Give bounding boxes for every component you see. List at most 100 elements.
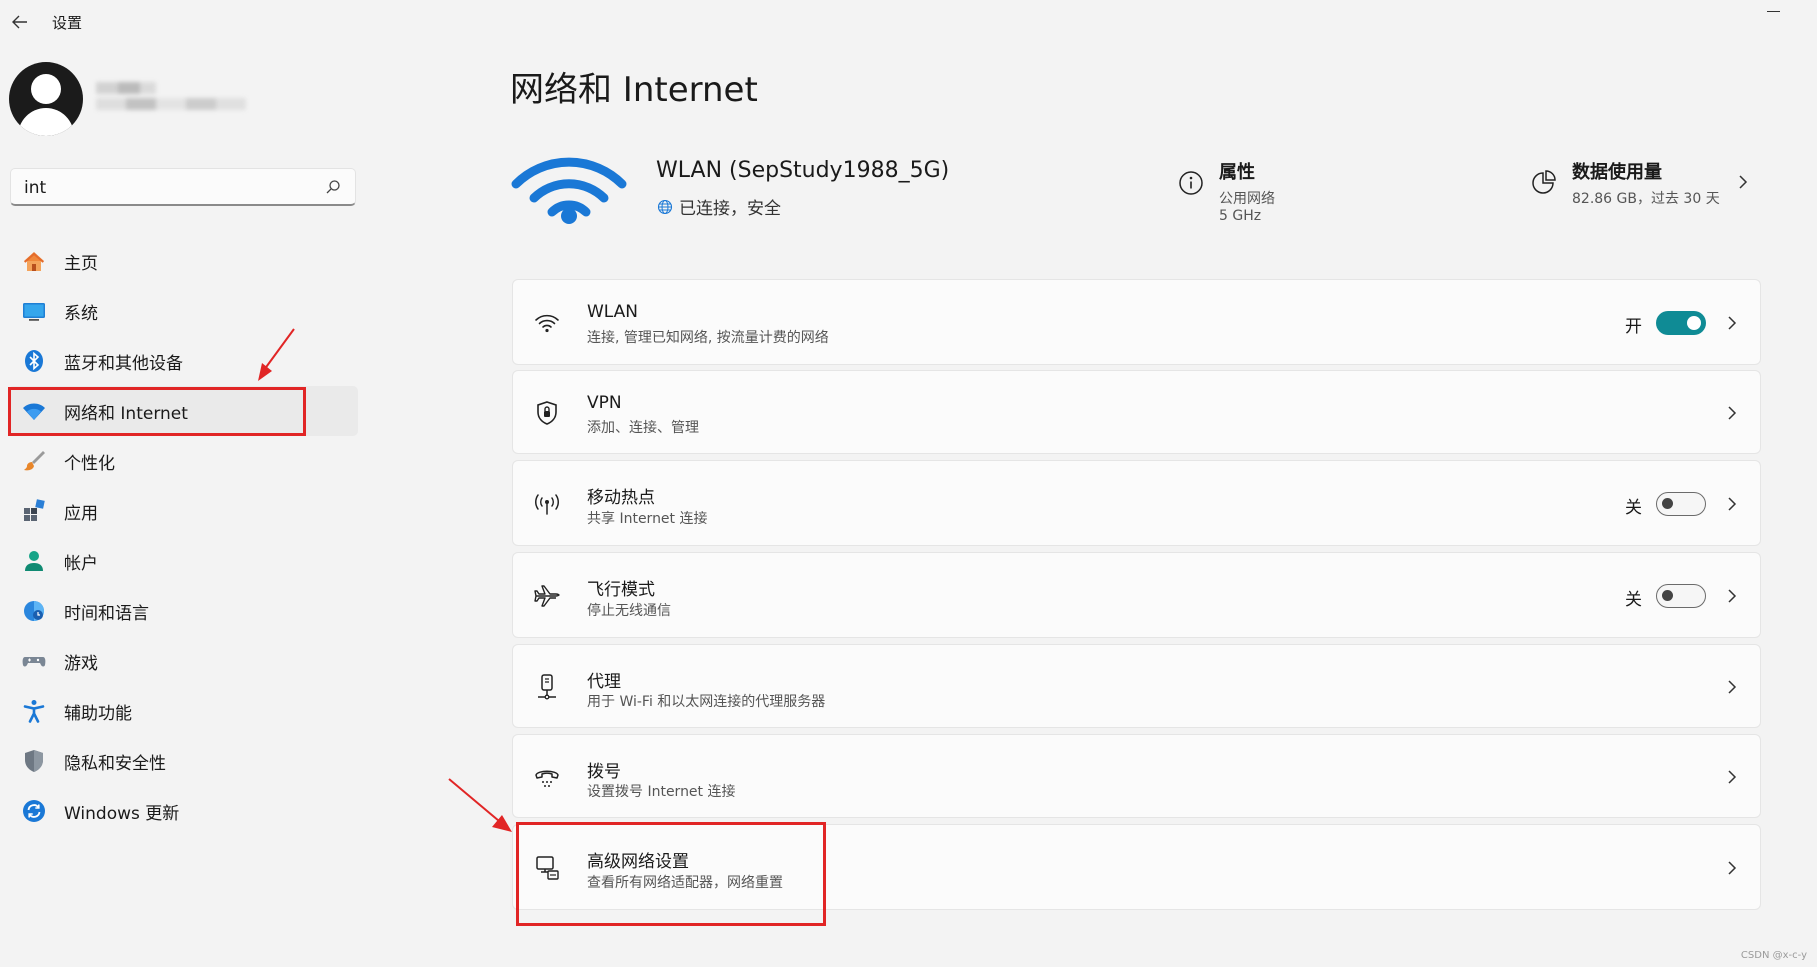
data-usage-title: 数据使用量 — [1572, 162, 1662, 183]
card-title: WLAN — [587, 302, 639, 322]
avatar-body — [18, 108, 74, 136]
sidebar-item-label: 隐私和安全性 — [64, 753, 166, 774]
chevron-right-icon — [1728, 316, 1737, 330]
sidebar-item-label: 系统 — [64, 303, 98, 324]
chevron-right-icon — [1728, 406, 1737, 420]
search-icon[interactable] — [325, 179, 341, 195]
sidebar-item-apps[interactable]: 应用 — [8, 486, 358, 536]
sidebar-item-time-language[interactable]: 时间和语言 — [8, 586, 358, 636]
card-title: 飞行模式 — [587, 580, 655, 600]
network-adapter-icon — [536, 856, 559, 880]
wlan-toggle[interactable] — [1656, 311, 1706, 335]
search-input[interactable] — [22, 175, 306, 201]
card-airplane-mode[interactable]: 飞行模式 停止无线通信 关 — [512, 552, 1761, 638]
app-title: 设置 — [52, 14, 83, 32]
sidebar-item-privacy[interactable]: 隐私和安全性 — [8, 736, 358, 786]
airplane-icon — [534, 585, 560, 607]
sidebar-item-label: 网络和 Internet — [64, 403, 188, 424]
card-subtitle: 停止无线通信 — [587, 603, 671, 619]
sidebar-item-home[interactable]: 主页 — [8, 236, 358, 286]
person-icon — [31, 74, 61, 104]
sidebar-item-bluetooth[interactable]: 蓝牙和其他设备 — [8, 336, 358, 386]
sidebar-item-system[interactable]: 系统 — [8, 286, 358, 336]
dialup-icon — [535, 770, 559, 787]
update-icon — [23, 800, 45, 822]
sidebar-item-label: 应用 — [64, 503, 98, 524]
data-usage-detail: 82.86 GB，过去 30 天 — [1572, 191, 1720, 207]
monitor-icon — [23, 303, 45, 321]
card-wlan[interactable]: WLAN 连接, 管理已知网络, 按流量计费的网络 开 — [512, 279, 1761, 365]
card-title: 代理 — [587, 672, 621, 692]
properties-band: 5 GHz — [1219, 208, 1262, 224]
toggle-state-label: 关 — [1625, 498, 1642, 518]
globe-icon — [657, 199, 673, 214]
sidebar-nav: 主页 系统 蓝牙和其他设备 网络和 Internet 个性化 应用 帐户 时间和… — [8, 236, 358, 836]
sidebar-item-label: 时间和语言 — [64, 603, 149, 624]
bluetooth-icon — [25, 350, 43, 372]
airplane-mode-toggle[interactable] — [1656, 584, 1706, 608]
card-mobile-hotspot[interactable]: 移动热点 共享 Internet 连接 关 — [512, 460, 1761, 546]
minimize-button[interactable] — [1767, 2, 1781, 16]
sidebar-item-personalization[interactable]: 个性化 — [8, 436, 358, 486]
sidebar-item-accounts[interactable]: 帐户 — [8, 536, 358, 586]
properties-network-type: 公用网络 — [1219, 191, 1275, 207]
watermark: CSDN @x-c-y — [1740, 950, 1807, 961]
connection-name: WLAN (SepStudy1988_5G) — [656, 158, 950, 183]
arrow-left-icon — [12, 15, 27, 29]
card-subtitle: 连接, 管理已知网络, 按流量计费的网络 — [587, 330, 829, 346]
wifi-large-icon — [511, 157, 627, 224]
chevron-right-icon — [1728, 770, 1737, 784]
proxy-icon — [538, 674, 556, 700]
sidebar-item-accessibility[interactable]: 辅助功能 — [8, 686, 358, 736]
chevron-right-icon — [1728, 589, 1737, 603]
card-title: 高级网络设置 — [587, 852, 689, 872]
sidebar-item-label: 游戏 — [64, 653, 98, 674]
info-icon — [1179, 171, 1203, 195]
vpn-shield-icon — [537, 401, 557, 425]
card-subtitle: 共享 Internet 连接 — [587, 511, 708, 527]
wifi-icon — [23, 403, 45, 420]
card-vpn[interactable]: VPN 添加、连接、管理 — [512, 370, 1761, 454]
back-button[interactable] — [6, 8, 34, 36]
sidebar-item-network[interactable]: 网络和 Internet — [8, 386, 358, 436]
hotspot-icon — [535, 494, 559, 515]
annotation-arrow-advanced — [448, 778, 512, 832]
accessibility-icon — [23, 700, 45, 723]
brush-icon — [24, 451, 45, 471]
card-title: 拨号 — [587, 762, 621, 782]
sidebar-item-label: 辅助功能 — [64, 703, 132, 724]
card-title: 移动热点 — [587, 488, 655, 508]
toggle-state-label: 开 — [1625, 317, 1642, 337]
avatar[interactable] — [9, 62, 83, 136]
pie-chart-icon — [1532, 170, 1556, 194]
home-icon — [24, 252, 44, 271]
toggle-state-label: 关 — [1625, 590, 1642, 610]
properties-title: 属性 — [1219, 162, 1255, 183]
card-advanced-network-settings[interactable]: 高级网络设置 查看所有网络适配器，网络重置 — [512, 824, 1761, 910]
card-subtitle: 设置拨号 Internet 连接 — [587, 784, 736, 800]
sidebar-item-label: 帐户 — [64, 553, 98, 574]
sidebar-item-gaming[interactable]: 游戏 — [8, 636, 358, 686]
sidebar-item-label: 个性化 — [64, 453, 115, 474]
title-bar: 设置 — [0, 0, 1817, 44]
shield-icon — [25, 750, 43, 772]
chevron-right-icon — [1739, 175, 1748, 189]
mobile-hotspot-toggle[interactable] — [1656, 492, 1706, 516]
chevron-right-icon — [1728, 861, 1737, 875]
chevron-right-icon — [1728, 497, 1737, 511]
card-dial-up[interactable]: 拨号 设置拨号 Internet 连接 — [512, 734, 1761, 818]
card-subtitle: 查看所有网络适配器，网络重置 — [587, 875, 783, 891]
card-subtitle: 用于 Wi-Fi 和以太网连接的代理服务器 — [587, 694, 826, 710]
gamepad-icon — [22, 657, 46, 667]
sidebar-item-label: 主页 — [64, 253, 98, 274]
sidebar: 主页 系统 蓝牙和其他设备 网络和 Internet — [0, 44, 370, 967]
card-proxy[interactable]: 代理 用于 Wi-Fi 和以太网连接的代理服务器 — [512, 644, 1761, 728]
sidebar-item-windows-update[interactable]: Windows 更新 — [8, 786, 358, 836]
profile-name-blurred — [96, 82, 246, 118]
account-icon — [25, 551, 43, 571]
chevron-right-icon — [1728, 680, 1737, 694]
search-box[interactable] — [10, 168, 356, 206]
card-subtitle: 添加、连接、管理 — [587, 420, 699, 436]
data-usage-link[interactable]: 数据使用量 82.86 GB，过去 30 天 — [1530, 158, 1760, 208]
apps-icon — [24, 499, 45, 521]
